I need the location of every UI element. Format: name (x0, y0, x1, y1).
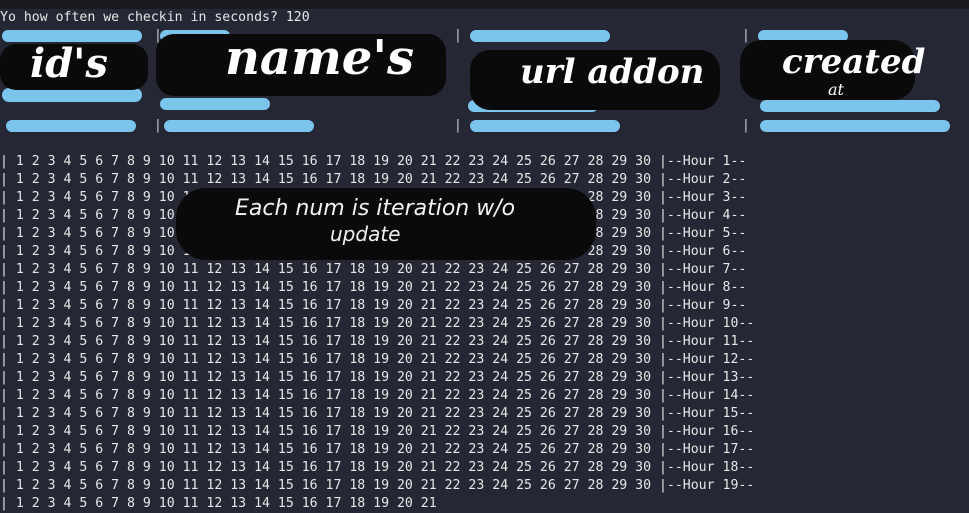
redaction-mark (2, 88, 142, 102)
counter-row: | 1 2 3 4 5 6 7 8 9 10 11 12 13 14 15 16… (0, 172, 747, 187)
counter-row: | 1 2 3 4 5 6 7 8 9 10 11 12 13 14 15 16… (0, 298, 747, 313)
counter-row: | 1 2 3 4 5 6 7 8 9 10 11 12 13 14 15 16… (0, 262, 747, 277)
counter-row: | 1 2 3 4 5 6 7 8 9 10 11 12 13 14 15 16… (0, 316, 755, 331)
redaction-mark (160, 98, 270, 110)
counter-row: | 1 2 3 4 5 6 7 8 9 10 11 12 13 14 15 16… (0, 460, 755, 475)
counter-row: | 1 2 3 4 5 6 7 8 9 10 11 12 13 14 15 16… (0, 280, 747, 295)
redaction-mark (760, 120, 950, 132)
column-separator: | (742, 28, 750, 43)
counter-row: | 1 2 3 4 5 6 7 8 9 10 11 12 13 14 15 16… (0, 370, 755, 385)
column-separator: | (154, 118, 162, 133)
column-separator: | (454, 118, 462, 133)
counter-row: | 1 2 3 4 5 6 7 8 9 10 11 12 13 14 15 16… (0, 406, 755, 421)
created-label: created (782, 42, 926, 82)
ids-label: id's (30, 40, 108, 87)
annotation-text: update (330, 222, 401, 246)
redaction-mark (164, 120, 314, 132)
redaction-mark (760, 100, 940, 112)
redaction-mark (470, 30, 610, 42)
redaction-mark (6, 120, 136, 132)
annotation-text: Each num is iteration w/o (235, 196, 516, 221)
redaction-mark (470, 120, 620, 132)
counter-row: | 1 2 3 4 5 6 7 8 9 10 11 12 13 14 15 16… (0, 334, 755, 349)
names-label: name's (225, 30, 415, 86)
counter-row: | 1 2 3 4 5 6 7 8 9 10 11 12 13 14 15 16… (0, 154, 747, 169)
window-top-bar (0, 0, 969, 9)
table-row (0, 135, 969, 153)
url-addon-label: url addon (520, 52, 705, 92)
counter-row: | 1 2 3 4 5 6 7 8 9 10 11 12 13 14 15 16… (0, 478, 755, 493)
prompt-line: Yo how often we checkin in seconds? 120 (0, 10, 310, 25)
counter-row: | 1 2 3 4 5 6 7 8 9 10 11 12 13 14 15 16… (0, 496, 437, 511)
counter-row: | 1 2 3 4 5 6 7 8 9 10 11 12 13 14 15 16… (0, 352, 755, 367)
created-at-label: at (828, 80, 844, 99)
column-separator: | (454, 28, 462, 43)
counter-row: | 1 2 3 4 5 6 7 8 9 10 11 12 13 14 15 16… (0, 442, 755, 457)
column-separator: | (742, 118, 750, 133)
counter-row: | 1 2 3 4 5 6 7 8 9 10 11 12 13 14 15 16… (0, 388, 755, 403)
counter-row: | 1 2 3 4 5 6 7 8 9 10 11 12 13 14 15 16… (0, 424, 755, 439)
